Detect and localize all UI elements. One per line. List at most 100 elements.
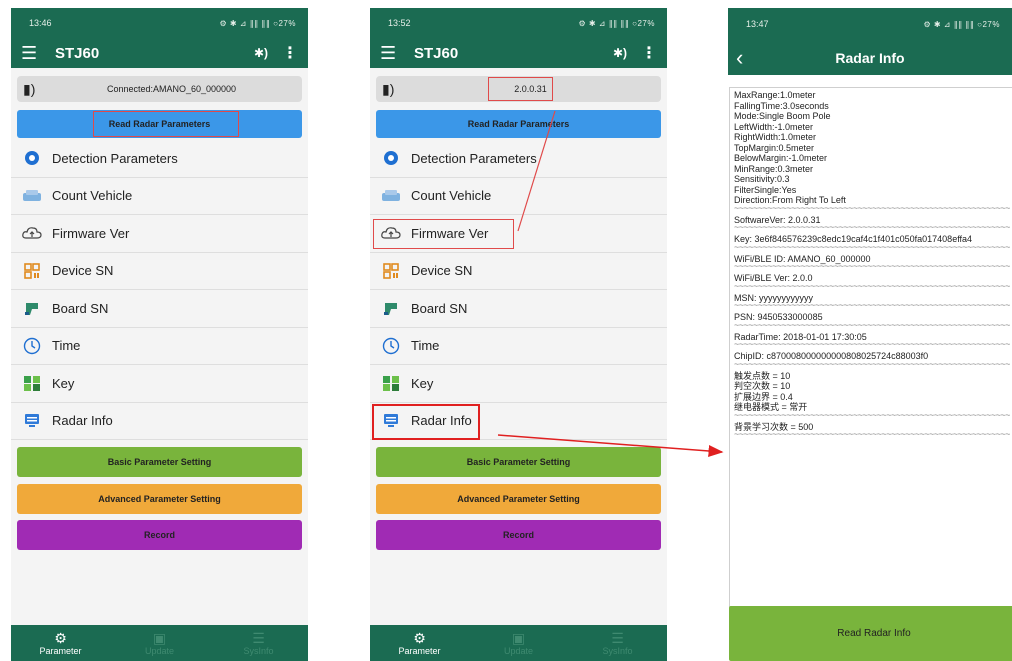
param-line: Mode:Single Boom Pole — [734, 111, 831, 121]
nav-label: SysInfo — [602, 646, 633, 656]
menu-item-device-sn[interactable]: Device SN — [370, 253, 667, 290]
menu-item-device-sn[interactable]: Device SN — [11, 253, 308, 290]
menu-label: Detection Parameters — [52, 150, 178, 166]
menu-item-board-sn[interactable]: Board SN — [370, 290, 667, 328]
nav-sysinfo[interactable]: ☰ SysInfo — [578, 630, 658, 656]
button-label: Advanced Parameter Setting — [98, 494, 221, 504]
menu-label: Time — [52, 338, 81, 354]
back-arrow-icon[interactable]: ‹ — [736, 46, 743, 69]
param-line: FilterSingle:Yes — [734, 184, 797, 195]
button-label: Advanced Parameter Setting — [457, 494, 580, 504]
nav-sysinfo[interactable]: ☰ SysInfo — [219, 630, 299, 656]
record-button[interactable]: Record — [376, 520, 661, 550]
info-line: WiFi/BLE ID: AMANO_60_000000 — [734, 253, 871, 264]
sliders-icon: ☰ — [611, 630, 624, 646]
info-line: ChipID: c870008000000000808025724c88003f… — [734, 351, 929, 361]
info-line: PSN: 9450533000085 — [734, 312, 823, 322]
bluetooth-icon[interactable]: ✱) — [254, 46, 268, 60]
param-line: TopMargin:0.5meter — [734, 142, 815, 153]
page-title: Radar Info — [835, 49, 905, 66]
info-line: RadarTime: 2018-01-01 17:30:05 — [734, 331, 867, 342]
bluetooth-icon[interactable]: ✱) — [613, 46, 627, 60]
status-time: 13:52 — [388, 18, 411, 28]
more-options-icon[interactable]: ⋮ — [641, 43, 657, 63]
connection-bar: ▮) Connected:AMANO_60_000000 — [17, 76, 302, 102]
connection-bar: ▮) 2.0.0.31 — [376, 76, 661, 102]
menu-item-detection-parameters[interactable]: Detection Parameters — [11, 140, 308, 178]
connection-status: Connected:AMANO_60_000000 — [106, 84, 237, 94]
status-bar: 13:52 ⚙ ✱ ⊿ ∥∥ ∥∥ ○27% — [370, 8, 667, 38]
status-icons: ⚙ ✱ ⊿ ∥∥ ∥∥ ○27% — [578, 18, 655, 28]
app-title: STJ60 — [414, 44, 459, 62]
advanced-parameter-setting-button[interactable]: Advanced Parameter Setting — [17, 484, 302, 514]
status-bar: 13:47 ⚙ ✱ ⊿ ∥∥ ∥∥ ○27% — [728, 8, 1012, 40]
nav-label: Parameter — [39, 646, 82, 656]
menu-label: Time — [411, 338, 440, 354]
param-line: MaxRange:1.0meter — [734, 90, 816, 100]
cn-line: 背景学习次数 = 500 — [734, 421, 814, 432]
basic-parameter-setting-button[interactable]: Basic Parameter Setting — [17, 447, 302, 477]
cn-line: 触发点数 = 10 — [734, 370, 791, 381]
gear-icon — [21, 149, 43, 167]
menu-item-board-sn[interactable]: Board SN — [11, 290, 308, 328]
nav-parameter[interactable]: ⚙ Parameter — [21, 630, 101, 656]
more-options-icon[interactable]: ⋮ — [282, 43, 298, 63]
hamburger-menu-icon[interactable]: ☰ — [380, 43, 406, 64]
read-radar-parameters-button[interactable]: Read Radar Parameters — [17, 110, 302, 138]
hamburger-menu-icon[interactable]: ☰ — [21, 43, 47, 64]
menu-item-time[interactable]: Time — [370, 328, 667, 365]
read-radar-parameters-button[interactable]: Read Radar Parameters — [376, 110, 661, 138]
menu-item-radar-info[interactable]: Radar Info — [370, 403, 667, 440]
separator: ~~~~~~~~~~~~~~~~~~~~~~~~~~~~~~~~~~~~~~~~… — [734, 225, 1010, 230]
menu-item-firmware-ver[interactable]: Firmware Ver — [11, 215, 308, 253]
cn-line: 判空次数 = 10 — [734, 381, 791, 391]
basic-parameter-setting-button[interactable]: Basic Parameter Setting — [376, 447, 661, 477]
nav-update[interactable]: ▣ Update — [120, 630, 200, 656]
status-icons: ⚙ ✱ ⊿ ∥∥ ∥∥ ○27% — [923, 19, 1000, 29]
separator: ~~~~~~~~~~~~~~~~~~~~~~~~~~~~~~~~~~~~~~~~… — [734, 412, 1010, 418]
menu-item-key[interactable]: Key — [11, 365, 308, 403]
button-label: Record — [502, 530, 534, 540]
cloud-upload-icon — [21, 224, 43, 242]
app-bar: ☰ STJ60 ✱) ⋮ — [370, 38, 667, 68]
read-radar-info-button[interactable]: Read Radar Info — [729, 606, 1012, 661]
menu-item-count-vehicle[interactable]: Count Vehicle — [370, 178, 667, 215]
button-label: Record — [143, 530, 175, 540]
menu-label: Radar Info — [52, 413, 113, 429]
separator: ~~~~~~~~~~~~~~~~~~~~~~~~~~~~~~~~~~~~~~~~… — [734, 264, 1010, 269]
sliders-icon: ☰ — [252, 630, 265, 646]
screen-parameter-2: 13:52 ⚙ ✱ ⊿ ∥∥ ∥∥ ○27% ☰ STJ60 ✱) ⋮ ▮) 2… — [370, 8, 667, 661]
cn-line: 扩展边界 = 0.4 — [734, 391, 793, 402]
record-button[interactable]: Record — [17, 520, 302, 550]
annotation-box — [488, 77, 553, 101]
bottom-nav: ⚙ Parameter ▣ Update ☰ SysInfo — [370, 625, 667, 661]
menu-item-detection-parameters[interactable]: Detection Parameters — [370, 140, 667, 178]
menu-item-key[interactable]: Key — [370, 365, 667, 403]
button-label: Read Radar Info — [837, 628, 911, 639]
app-bar: ‹ Radar Info — [728, 40, 1012, 75]
menu-item-time[interactable]: Time — [11, 328, 308, 365]
annotation-box — [372, 403, 480, 440]
nav-update[interactable]: ▣ Update — [479, 630, 559, 656]
button-label: Basic Parameter Setting — [466, 457, 571, 467]
separator: ~~~~~~~~~~~~~~~~~~~~~~~~~~~~~~~~~~~~~~~~… — [734, 205, 1010, 211]
qr-code-icon — [380, 262, 402, 280]
menu-item-count-vehicle[interactable]: Count Vehicle — [11, 178, 308, 215]
param-line: MinRange:0.3meter — [734, 163, 814, 174]
separator: ~~~~~~~~~~~~~~~~~~~~~~~~~~~~~~~~~~~~~~~~… — [734, 322, 1010, 328]
gear-icon — [380, 149, 402, 167]
speaker-icon[interactable]: ▮) — [23, 81, 47, 98]
info-line: MSN: yyyyyyyyyyyy — [734, 292, 814, 303]
speaker-icon[interactable]: ▮) — [382, 81, 406, 98]
menu-label: Firmware Ver — [52, 225, 130, 241]
param-line: RightWidth:1.0meter — [734, 132, 817, 142]
menu-item-firmware-ver[interactable]: Firmware Ver — [370, 215, 667, 253]
menu-label: Board SN — [411, 300, 468, 316]
nav-parameter[interactable]: ⚙ Parameter — [380, 630, 460, 656]
bottom-nav: ⚙ Parameter ▣ Update ☰ SysInfo — [11, 625, 308, 661]
advanced-parameter-setting-button[interactable]: Advanced Parameter Setting — [376, 484, 661, 514]
separator: ~~~~~~~~~~~~~~~~~~~~~~~~~~~~~~~~~~~~~~~~… — [734, 361, 1010, 367]
menu-label: Board SN — [52, 300, 109, 316]
nav-label: Update — [144, 646, 175, 656]
menu-item-radar-info[interactable]: Radar Info — [11, 403, 308, 440]
